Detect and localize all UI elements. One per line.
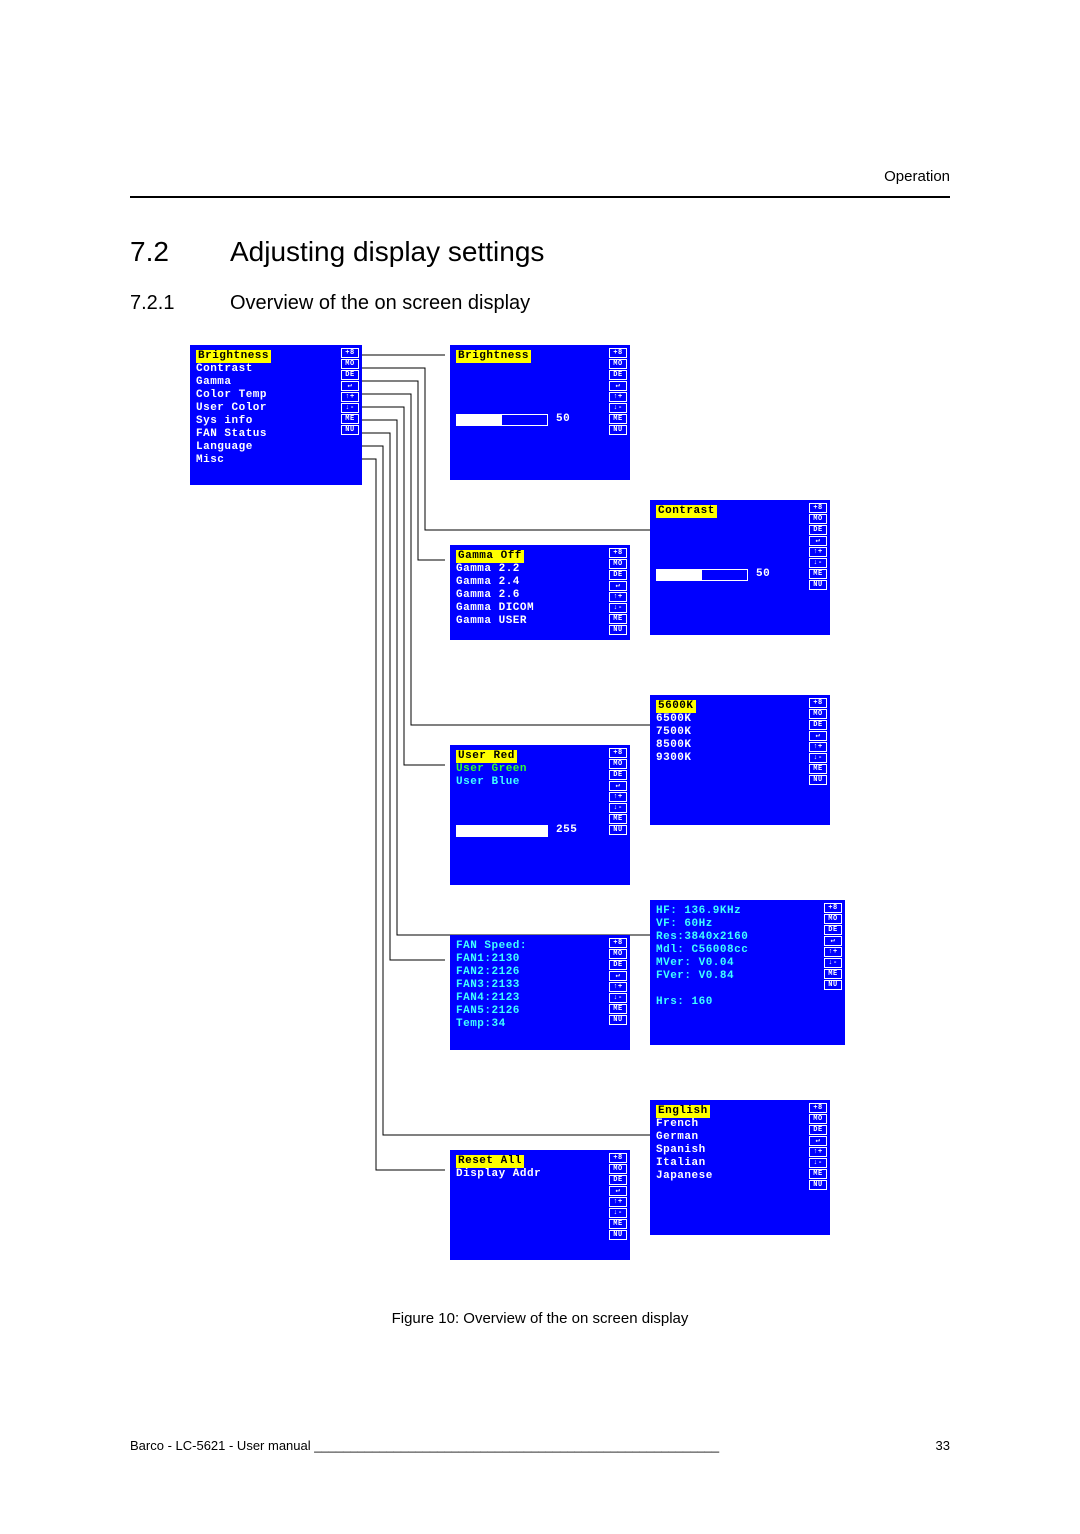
- info-line: Mdl: C56008cc: [656, 944, 839, 957]
- info-line: [656, 983, 839, 996]
- fan-lines: FAN Speed:FAN1:2130FAN2:2126FAN3:2133FAN…: [450, 935, 630, 1039]
- list-item[interactable]: User Blue: [456, 776, 624, 789]
- info-line: FAN Speed:: [456, 940, 624, 953]
- list-item[interactable]: Sys info: [196, 415, 356, 428]
- page: Operation 7.2 Adjusting display settings…: [0, 0, 1080, 1534]
- list-item[interactable]: Language: [196, 441, 356, 454]
- side-labels-icon: +8MODE↵↑+↓-MENU: [609, 1153, 627, 1241]
- list-item[interactable]: User Red: [456, 750, 624, 763]
- brightness-slider[interactable]: 50: [456, 413, 624, 426]
- osd-language[interactable]: +8MODE↵↑+↓-MENU EnglishFrenchGermanSpani…: [650, 1100, 830, 1235]
- subsection-number: 7.2.1: [130, 292, 174, 315]
- misc-items: Reset AllDisplay Addr: [450, 1150, 630, 1189]
- usercolor-value: 255: [556, 824, 577, 837]
- osd-main-menu[interactable]: +8MODE↵↑+↓-MENU BrightnessContrastGammaC…: [190, 345, 362, 485]
- brightness-title: Brightness: [456, 350, 531, 363]
- list-item[interactable]: 6500K: [656, 713, 824, 726]
- list-item[interactable]: Contrast: [196, 363, 356, 376]
- osd-fan: +8MODE↵↑+↓-MENU FAN Speed:FAN1:2130FAN2:…: [450, 935, 630, 1050]
- contrast-value: 50: [756, 568, 770, 581]
- list-item[interactable]: User Color: [196, 402, 356, 415]
- section-number: 7.2: [130, 236, 169, 268]
- list-item[interactable]: Reset All: [456, 1155, 624, 1168]
- colortemp-items: 5600K6500K7500K8500K9300K: [650, 695, 830, 773]
- side-labels-icon: +8MODE↵↑+↓-MENU: [809, 1103, 827, 1191]
- list-item[interactable]: Gamma 2.2: [456, 563, 624, 576]
- list-item[interactable]: Misc: [196, 454, 356, 467]
- page-number: 33: [936, 1438, 950, 1454]
- list-item[interactable]: 8500K: [656, 739, 824, 752]
- osd-gamma[interactable]: +8MODE↵↑+↓-MENU Gamma OffGamma 2.2Gamma …: [450, 545, 630, 640]
- contrast-slider[interactable]: 50: [656, 568, 824, 581]
- side-labels-icon: +8MODE↵↑+↓-MENU: [809, 698, 827, 786]
- list-item[interactable]: Color Temp: [196, 389, 356, 402]
- list-item[interactable]: Gamma Off: [456, 550, 624, 563]
- list-item[interactable]: English: [656, 1105, 824, 1118]
- footer: Barco - LC-5621 - User manual __________…: [130, 1438, 950, 1454]
- language-items: EnglishFrenchGermanSpanishItalianJapanes…: [650, 1100, 830, 1191]
- list-item[interactable]: 5600K: [656, 700, 824, 713]
- info-line: FAN2:2126: [456, 966, 624, 979]
- list-item[interactable]: Italian: [656, 1157, 824, 1170]
- contrast-fill: [657, 570, 702, 580]
- divider: [130, 196, 950, 198]
- osd-sysinfo: +8MODE↵↑+↓-MENU HF: 136.9KHzVF: 60HzRes:…: [650, 900, 845, 1045]
- info-line: Hrs: 160: [656, 996, 839, 1009]
- list-item[interactable]: Gamma 2.6: [456, 589, 624, 602]
- side-labels-icon: +8MODE↵↑+↓-MENU: [341, 348, 359, 436]
- side-labels-icon: +8MODE↵↑+↓-MENU: [609, 748, 627, 836]
- info-line: FAN3:2133: [456, 979, 624, 992]
- sysinfo-lines: HF: 136.9KHzVF: 60HzRes:3840x2160Mdl: C5…: [650, 900, 845, 1017]
- usercolor-slider[interactable]: 255: [456, 824, 624, 837]
- main-menu-items: BrightnessContrastGammaColor TempUser Co…: [190, 345, 362, 475]
- info-line: FAN4:2123: [456, 992, 624, 1005]
- list-item[interactable]: French: [656, 1118, 824, 1131]
- list-item[interactable]: Gamma USER: [456, 615, 624, 628]
- side-labels-icon: +8MODE↵↑+↓-MENU: [809, 503, 827, 591]
- side-labels-icon: +8MODE↵↑+↓-MENU: [609, 548, 627, 636]
- subsection-title: Overview of the on screen display: [230, 292, 530, 315]
- info-line: MVer: V0.04: [656, 957, 839, 970]
- info-line: FAN5:2126: [456, 1005, 624, 1018]
- list-item[interactable]: Gamma: [196, 376, 356, 389]
- side-labels-icon: +8MODE↵↑+↓-MENU: [609, 938, 627, 1026]
- list-item[interactable]: User Green: [456, 763, 624, 776]
- list-item[interactable]: Spanish: [656, 1144, 824, 1157]
- brightness-value: 50: [556, 413, 570, 426]
- brightness-fill: [457, 415, 502, 425]
- list-item[interactable]: Brightness: [196, 350, 356, 363]
- osd-contrast[interactable]: +8MODE↵↑+↓-MENU Contrast 50: [650, 500, 830, 635]
- osd-color-temp[interactable]: +8MODE↵↑+↓-MENU 5600K6500K7500K8500K9300…: [650, 695, 830, 825]
- info-line: FVer: V0.84: [656, 970, 839, 983]
- list-item[interactable]: Display Addr: [456, 1168, 624, 1181]
- info-line: FAN1:2130: [456, 953, 624, 966]
- list-item[interactable]: German: [656, 1131, 824, 1144]
- list-item[interactable]: Gamma 2.4: [456, 576, 624, 589]
- osd-figure: +8MODE↵↑+↓-MENU BrightnessContrastGammaC…: [190, 345, 910, 1280]
- info-line: Res:3840x2160: [656, 931, 839, 944]
- footer-fill: ________________________________________…: [314, 1438, 925, 1454]
- footer-left: Barco - LC-5621 - User manual: [130, 1438, 311, 1454]
- info-line: Temp:34: [456, 1018, 624, 1031]
- section-title: Adjusting display settings: [230, 236, 544, 268]
- osd-misc[interactable]: +8MODE↵↑+↓-MENU Reset AllDisplay Addr: [450, 1150, 630, 1260]
- list-item[interactable]: FAN Status: [196, 428, 356, 441]
- contrast-title: Contrast: [656, 505, 717, 518]
- info-line: VF: 60Hz: [656, 918, 839, 931]
- info-line: HF: 136.9KHz: [656, 905, 839, 918]
- usercolor-items: User RedUser GreenUser Blue: [456, 750, 624, 789]
- side-labels-icon: +8MODE↵↑+↓-MENU: [824, 903, 842, 991]
- list-item[interactable]: 9300K: [656, 752, 824, 765]
- gamma-items: Gamma OffGamma 2.2Gamma 2.4Gamma 2.6Gamm…: [450, 545, 630, 636]
- list-item[interactable]: Japanese: [656, 1170, 824, 1183]
- figure-caption: Figure 10: Overview of the on screen dis…: [0, 1310, 1080, 1327]
- list-item[interactable]: Gamma DICOM: [456, 602, 624, 615]
- header-section-label: Operation: [884, 168, 950, 185]
- list-item[interactable]: 7500K: [656, 726, 824, 739]
- osd-user-color[interactable]: +8MODE↵↑+↓-MENU User RedUser GreenUser B…: [450, 745, 630, 885]
- side-labels-icon: +8MODE↵↑+↓-MENU: [609, 348, 627, 436]
- osd-brightness[interactable]: +8MODE↵↑+↓-MENU Brightness 50: [450, 345, 630, 480]
- usercolor-fill: [457, 826, 547, 836]
